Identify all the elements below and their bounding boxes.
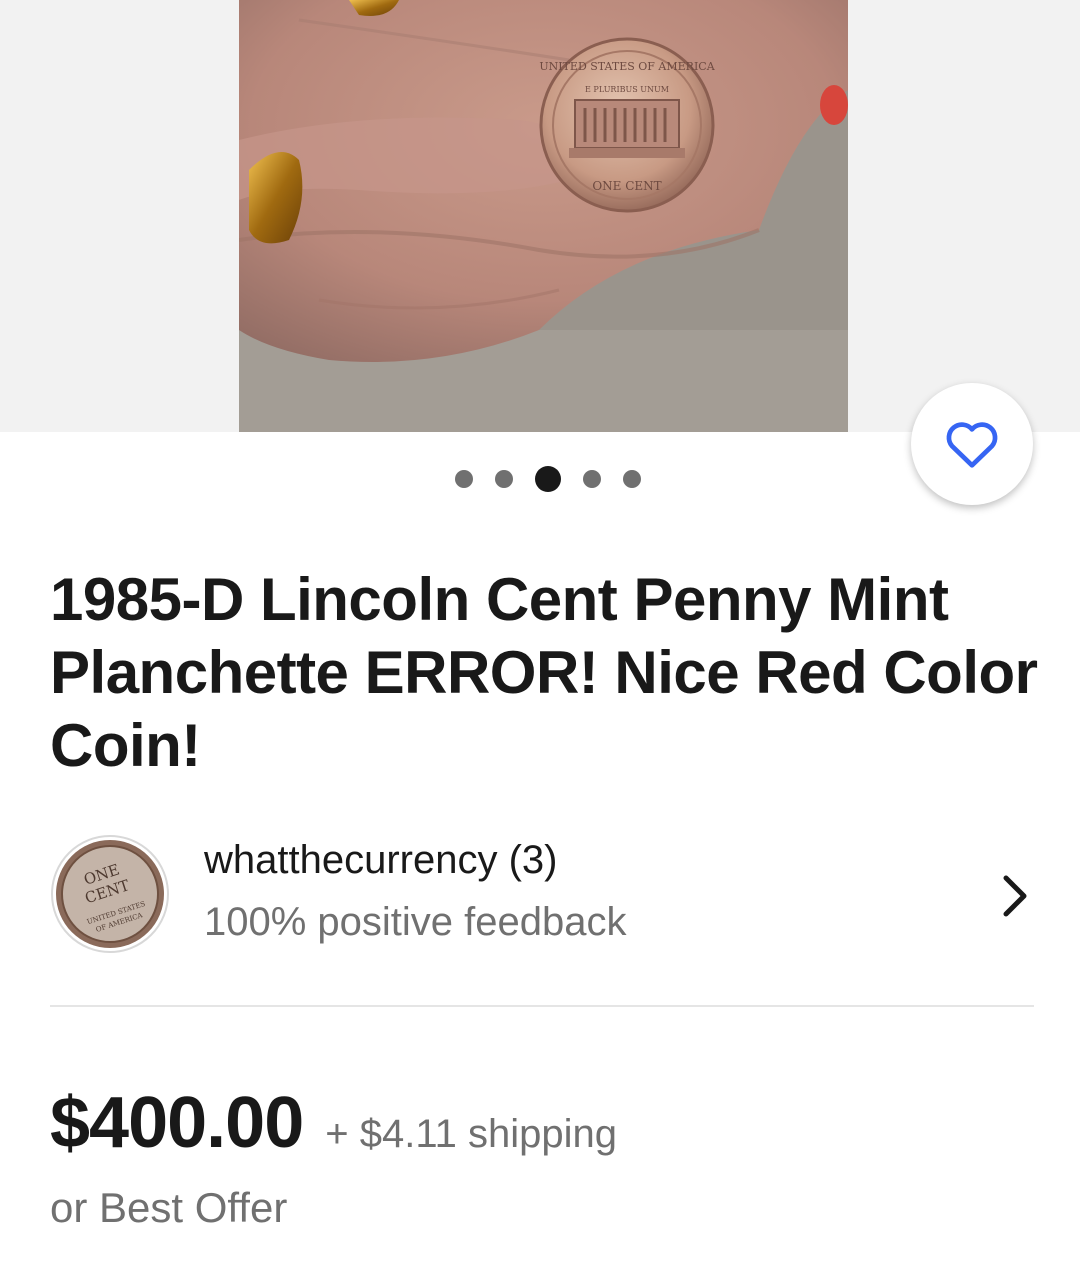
divider xyxy=(50,1005,1034,1007)
gallery-dot-active[interactable] xyxy=(535,466,561,492)
svg-text:E PLURIBUS UNUM: E PLURIBUS UNUM xyxy=(585,85,669,94)
item-price: $400.00 xyxy=(50,1083,304,1163)
best-offer-label: or Best Offer xyxy=(50,1184,288,1231)
gallery-dot[interactable] xyxy=(495,470,513,488)
seller-info-row[interactable]: ONE CENT UNITED STATES OF AMERICA whatth… xyxy=(50,834,1034,954)
heart-icon xyxy=(946,422,998,468)
coin-in-hand-image: UNITED STATES OF AMERICA E PLURIBUS UNUM… xyxy=(239,0,848,432)
price-row: $400.00 + $4.11 shipping xyxy=(50,1082,617,1164)
svg-text:ONE CENT: ONE CENT xyxy=(592,179,661,193)
listing-title: 1985-D Lincoln Cent Penny Mint Planchett… xyxy=(50,566,1038,779)
gallery-dot[interactable] xyxy=(455,470,473,488)
seller-avatar[interactable]: ONE CENT UNITED STATES OF AMERICA xyxy=(50,834,170,954)
gallery-pagination xyxy=(0,466,1080,492)
chevron-right-icon[interactable] xyxy=(1000,874,1030,918)
gallery-dot[interactable] xyxy=(583,470,601,488)
listing-photo[interactable]: UNITED STATES OF AMERICA E PLURIBUS UNUM… xyxy=(239,0,848,432)
seller-name[interactable]: whatthecurrency (3) xyxy=(204,838,557,883)
shipping-cost: + $4.11 shipping xyxy=(325,1112,617,1156)
seller-feedback: 100% positive feedback xyxy=(204,900,627,944)
svg-text:UNITED STATES OF AMERICA: UNITED STATES OF AMERICA xyxy=(539,60,715,73)
image-gallery[interactable]: UNITED STATES OF AMERICA E PLURIBUS UNUM… xyxy=(0,0,1080,432)
gallery-dot[interactable] xyxy=(623,470,641,488)
